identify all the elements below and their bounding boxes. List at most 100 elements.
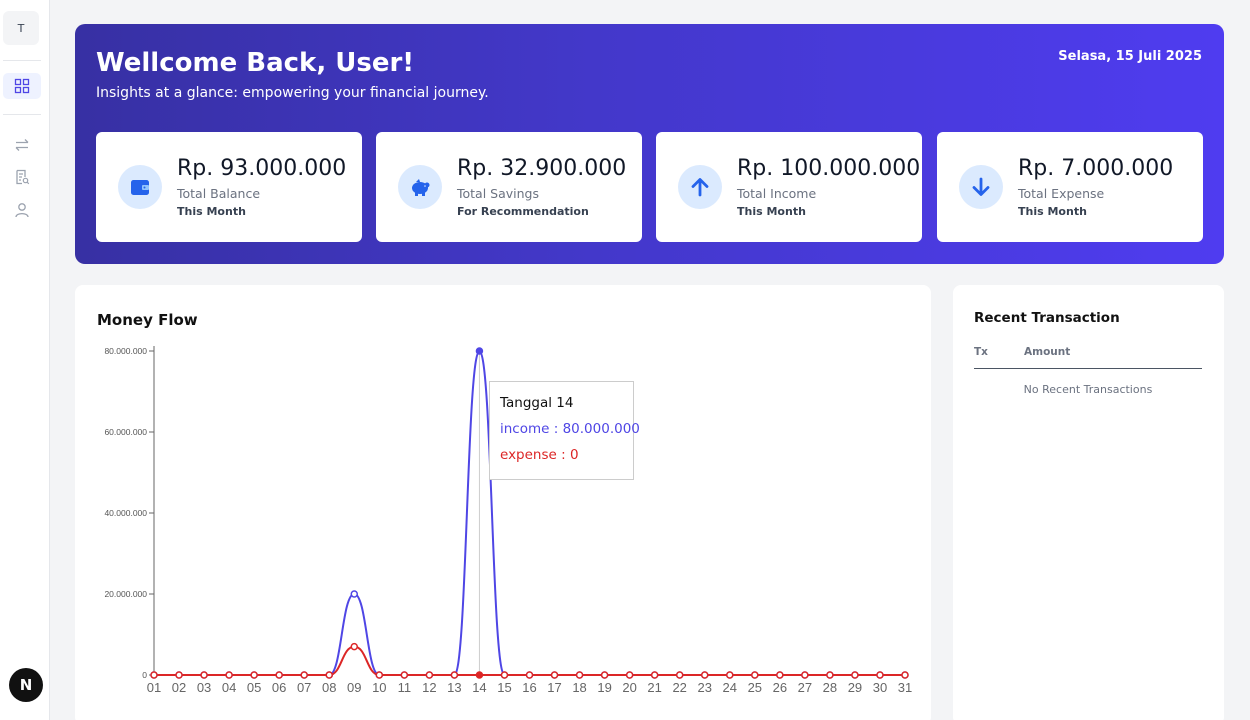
column-tx: Tx [974,346,988,358]
x-tick-label: 20 [622,680,636,695]
x-tick-label: 05 [247,680,261,695]
recent-transactions-panel: Recent Transaction Tx Amount No Recent T… [953,285,1224,720]
stat-value: Rp. 100.000.000 [737,156,921,181]
expense-point [350,642,359,651]
expense-point [675,671,684,679]
x-tick-label: 23 [697,680,711,695]
stat-label: Total Expense [1018,186,1105,201]
stat-card-savings: Rp. 32.900.000 Total Savings For Recomme… [376,132,642,242]
welcome-subtitle: Insights at a glance: empowering your fi… [96,85,489,101]
sidebar-divider [3,114,41,115]
x-tick-label: 30 [873,680,887,695]
arrow-up-icon [678,165,722,209]
y-tick-label: 20.000.000 [104,589,147,599]
x-tick-label: 22 [672,680,686,695]
stat-label: Total Income [737,186,817,201]
arrow-down-icon [959,165,1003,209]
stat-note: This Month [177,205,246,218]
x-tick-label: 15 [497,680,511,695]
x-tick-label: 25 [748,680,762,695]
column-amount: Amount [1024,346,1071,358]
expense-point [475,671,484,679]
welcome-title: Wellcome Back, User! [96,48,415,78]
x-tick-label: 13 [447,680,461,695]
x-tick-label: 17 [547,680,561,695]
expense-point [150,671,158,679]
sidebar-item-dashboard[interactable] [3,73,41,99]
stat-note: This Month [1018,205,1087,218]
x-tick-label: 11 [398,680,412,695]
expense-point [600,671,609,679]
stat-label: Total Balance [177,186,261,201]
chart-tooltip: Tanggal 14 income : 80.000.000 expense :… [489,381,640,480]
sidebar: T N [0,0,50,720]
expense-point [700,671,709,679]
expense-point [225,671,233,679]
sidebar-item-profile[interactable] [3,197,41,223]
expense-point [826,671,834,679]
y-tick-label: 40.000.000 [104,508,147,518]
sidebar-item-report[interactable] [3,164,41,190]
swap-icon [15,139,29,151]
expense-point [325,671,333,679]
income-point [350,590,359,598]
expense-point [175,671,183,679]
x-tick-label: 03 [197,680,211,695]
app-logo[interactable]: T [3,11,39,45]
expense-point [375,671,384,679]
expense-point [200,671,208,679]
expense-point [851,671,859,679]
stat-value: Rp. 93.000.000 [177,156,347,181]
stat-value: Rp. 32.900.000 [457,156,627,181]
x-tick-label: 26 [773,680,787,695]
x-tick-label: 21 [647,680,661,695]
x-tick-label: 31 [898,680,912,695]
document-icon [16,169,30,185]
wallet-icon [118,165,162,209]
x-tick-label: 01 [147,680,161,695]
x-tick-label: 04 [222,680,236,695]
expense-point [525,671,534,679]
x-tick-label: 08 [322,680,336,695]
user-icon [15,203,29,218]
tooltip-expense: expense : 0 [500,447,579,463]
stat-card-income: Rp. 100.000.000 Total Income This Month [656,132,922,242]
stat-note: For Recommendation [457,205,589,218]
x-tick-label: 29 [848,680,862,695]
expense-point [250,671,258,679]
grid-icon [14,78,30,94]
money-flow-panel: Money Flow 0 20.000.000 40.000.000 60.000.0… [75,285,931,720]
recent-table-header: Tx Amount [974,341,1202,369]
current-date: Selasa, 15 Juli 2025 [1058,49,1202,64]
sidebar-item-transfer[interactable] [3,132,41,158]
expense-point [751,671,759,679]
expense-point [275,671,283,679]
expense-point [776,671,784,679]
expense-point [625,671,634,679]
empty-state: No Recent Transactions [1023,383,1153,396]
x-tick-label: 06 [272,680,286,695]
money-flow-chart[interactable]: 0 20.000.000 40.000.000 60.000.000 80.000.00… [75,285,931,720]
welcome-banner: Wellcome Back, User! Insights at a glanc… [75,24,1224,264]
expense-point [901,671,909,679]
expense-point [876,671,884,679]
x-tick-label: 28 [823,680,837,695]
expense-point [425,671,434,679]
expense-point [550,671,559,679]
sidebar-divider [3,60,41,61]
tooltip-income: income : 80.000.000 [500,421,640,437]
x-tick-label: 19 [597,680,611,695]
x-tick-label: 12 [422,680,436,695]
framework-badge[interactable]: N [9,668,43,702]
recent-title: Recent Transaction [974,310,1120,326]
expense-line [154,645,905,676]
stat-card-expense: Rp. 7.000.000 Total Expense This Month [937,132,1203,242]
piggy-bank-icon [398,165,442,209]
income-point [475,347,484,355]
tooltip-title: Tanggal 14 [500,395,574,411]
expense-point [500,671,509,679]
x-tick-label: 27 [798,680,812,695]
expense-point [450,671,459,679]
x-tick-label: 02 [172,680,186,695]
stat-label: Total Savings [457,186,540,201]
